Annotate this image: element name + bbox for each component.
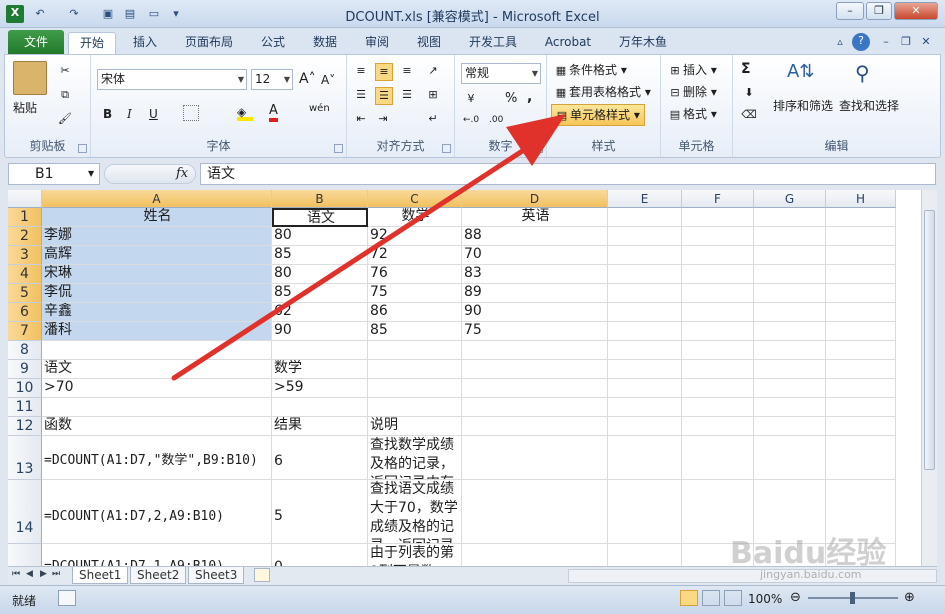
red-arrow-annotation — [171, 114, 566, 381]
arrow-shaft — [171, 143, 533, 381]
